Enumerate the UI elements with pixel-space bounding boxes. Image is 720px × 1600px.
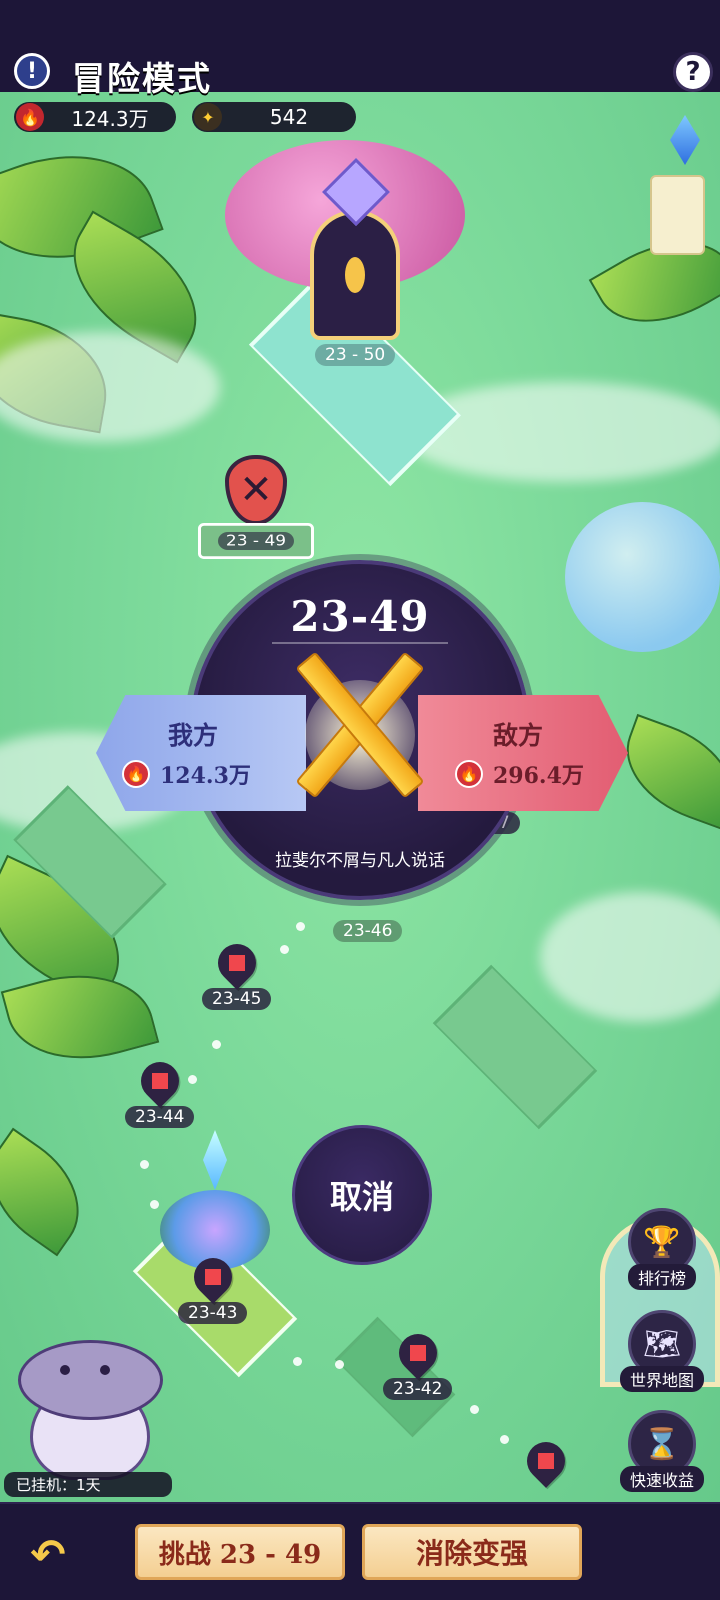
crossed-swords-icon bbox=[285, 640, 435, 810]
enemy-side-label: 敌方 bbox=[493, 721, 544, 750]
stage-node[interactable]: 23-45 bbox=[202, 936, 272, 1010]
my-side-label: 我方 bbox=[168, 721, 219, 750]
bottom-bar: ↶ 挑战 23 - 49 消除变强 bbox=[0, 1502, 720, 1600]
power-resource: 🔥 124.3万 bbox=[14, 102, 176, 132]
crossed-swords-shield-icon: ✕ bbox=[225, 455, 287, 525]
my-side-panel bbox=[96, 695, 306, 811]
map-pin-icon bbox=[132, 1054, 187, 1108]
idle-reward-character[interactable] bbox=[10, 1330, 170, 1480]
help-button[interactable]: ? bbox=[673, 52, 713, 92]
path-dot bbox=[212, 1040, 221, 1049]
my-power: 🔥 124.3万 bbox=[122, 758, 251, 790]
exclamation-icon: ! bbox=[26, 58, 38, 84]
stage-node[interactable]: 23-42 bbox=[383, 1326, 453, 1400]
map-pin-icon bbox=[390, 1326, 445, 1380]
leaf-decoration bbox=[0, 1127, 103, 1257]
stage-node[interactable] bbox=[519, 1434, 573, 1488]
cloud-decoration bbox=[0, 332, 220, 442]
world-map-label: 世界地图 bbox=[619, 1366, 704, 1392]
cancel-button[interactable]: 取消 bbox=[292, 1125, 432, 1265]
map-pin-icon bbox=[519, 1434, 573, 1488]
info-button[interactable]: ! bbox=[14, 53, 50, 89]
stage-node[interactable]: 23-43 bbox=[178, 1250, 248, 1324]
eye-icon bbox=[342, 254, 368, 296]
cloud-decoration bbox=[540, 892, 720, 1022]
crystal-icon bbox=[203, 1130, 227, 1190]
top-bar: ! 冒险模式 ? bbox=[0, 0, 720, 98]
enemy-power-value: 296.4万 bbox=[493, 763, 584, 789]
path-dot bbox=[296, 922, 305, 931]
boss-stage-node[interactable]: 23 - 50 bbox=[215, 130, 495, 487]
boss-emblem bbox=[310, 210, 400, 340]
stage-node[interactable]: 23-44 bbox=[125, 1054, 195, 1128]
leaf-decoration bbox=[609, 713, 720, 831]
quick-income-label: 快速收益 bbox=[619, 1466, 704, 1492]
my-power-value: 124.3万 bbox=[160, 763, 251, 789]
fire-icon: 🔥 bbox=[16, 103, 44, 131]
ranking-button[interactable]: 🏆 排行榜 bbox=[612, 1208, 712, 1294]
path-dot bbox=[335, 1360, 344, 1369]
world-map-button[interactable]: 🗺 世界地图 bbox=[612, 1310, 712, 1396]
stage-label: 23-46 bbox=[333, 920, 403, 942]
question-icon: ? bbox=[685, 57, 701, 87]
quick-income-button[interactable]: ⌛ 快速收益 bbox=[612, 1410, 712, 1496]
current-stage-node[interactable]: ✕ 23 - 49 bbox=[196, 455, 316, 561]
path-dot bbox=[500, 1435, 509, 1444]
back-button[interactable]: ↶ bbox=[20, 1526, 76, 1582]
map-pin-icon bbox=[209, 936, 264, 990]
idle-time-label: 已挂机：1天 bbox=[4, 1472, 172, 1497]
challenge-button[interactable]: 挑战 23 - 49 bbox=[135, 1524, 345, 1580]
fire-icon: 🔥 bbox=[455, 760, 483, 788]
path-dot bbox=[280, 945, 289, 954]
boss-stage-label: 23 - 50 bbox=[315, 344, 396, 366]
stage-label: 23-44 bbox=[125, 1106, 195, 1128]
back-arrow-icon: ↶ bbox=[30, 1529, 66, 1579]
monster-avatar bbox=[18, 1340, 163, 1420]
battle-stage-title: 23-49 bbox=[290, 592, 430, 641]
pillar-decoration bbox=[650, 175, 705, 255]
enemy-power: 🔥 296.4万 bbox=[455, 758, 584, 790]
path-dot bbox=[470, 1405, 479, 1414]
stage-label: 23-43 bbox=[178, 1302, 248, 1324]
ranking-label: 排行榜 bbox=[627, 1264, 696, 1290]
upgrade-button[interactable]: 消除变强 bbox=[362, 1524, 582, 1580]
map-pin-icon bbox=[185, 1250, 240, 1304]
page-title: 冒险模式 bbox=[72, 59, 212, 98]
enemy-side-panel bbox=[418, 695, 628, 811]
fire-icon: 🔥 bbox=[122, 760, 150, 788]
path-dot bbox=[293, 1357, 302, 1366]
power-value: 124.3万 bbox=[71, 106, 149, 131]
stage-label: 23-42 bbox=[383, 1378, 453, 1400]
gem-resource: ✦ 542 bbox=[192, 102, 356, 132]
stage-label: 23-45 bbox=[202, 988, 272, 1010]
enemy-description: 拉斐尔不屑与凡人说话 bbox=[275, 851, 445, 871]
current-stage-label: 23 - 49 bbox=[217, 532, 295, 550]
stage-node[interactable]: 23-46 bbox=[333, 914, 403, 942]
star-crystal-icon: ✦ bbox=[194, 103, 222, 131]
gem-value: 542 bbox=[269, 105, 309, 129]
